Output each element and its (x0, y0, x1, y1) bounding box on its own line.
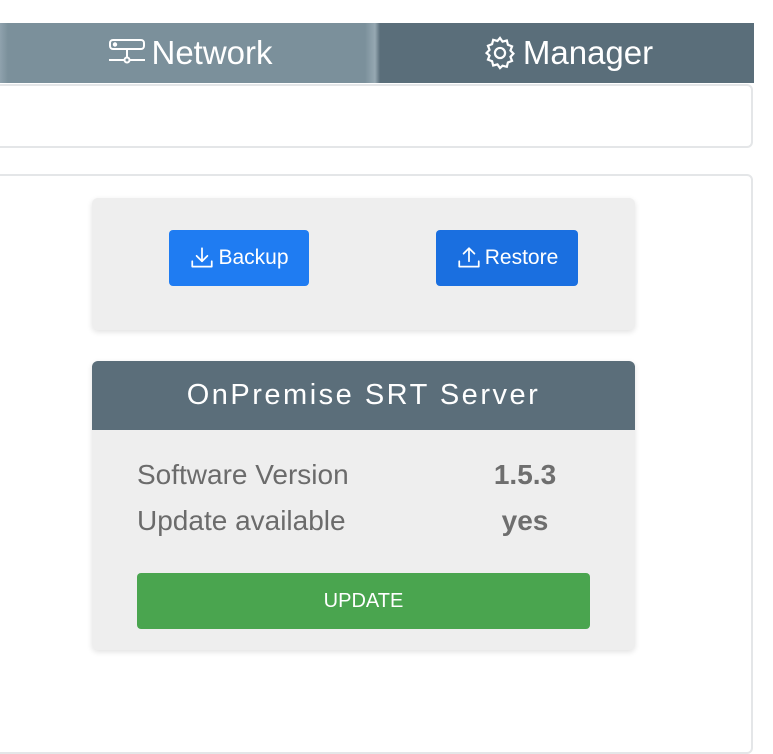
restore-button[interactable]: Restore (436, 230, 578, 286)
sub-toolbar (0, 84, 753, 148)
update-available-value: yes (501, 505, 549, 536)
update-button[interactable]: UPDATE (137, 573, 590, 629)
backup-button[interactable]: Backup (169, 230, 309, 286)
backup-restore-card: Backup Restore (92, 198, 635, 330)
restore-button-label: Restore (484, 246, 559, 269)
server-card-title: OnPremise SRT Server (92, 361, 635, 430)
top-navigation-bar: Network Manager (0, 23, 754, 83)
tab-manager[interactable]: Manager (380, 23, 754, 83)
tab-network-label: Network (151, 34, 273, 71)
gear-icon (484, 36, 515, 70)
upload-icon (458, 247, 480, 268)
software-version-value: 1.5.3 (493, 459, 557, 490)
download-icon (191, 247, 214, 268)
tab-manager-label: Manager (522, 34, 654, 71)
backup-button-label: Backup (218, 246, 289, 269)
software-version-row: Software Version 1.5.3 (137, 459, 570, 491)
server-info-card: OnPremise SRT Server Software Version 1.… (92, 361, 635, 650)
update-available-label: Update available (137, 505, 346, 536)
software-version-label: Software Version (137, 459, 349, 490)
network-icon (109, 39, 146, 64)
update-available-row: Update available yes (137, 505, 570, 537)
tab-network[interactable]: Network (0, 23, 380, 83)
